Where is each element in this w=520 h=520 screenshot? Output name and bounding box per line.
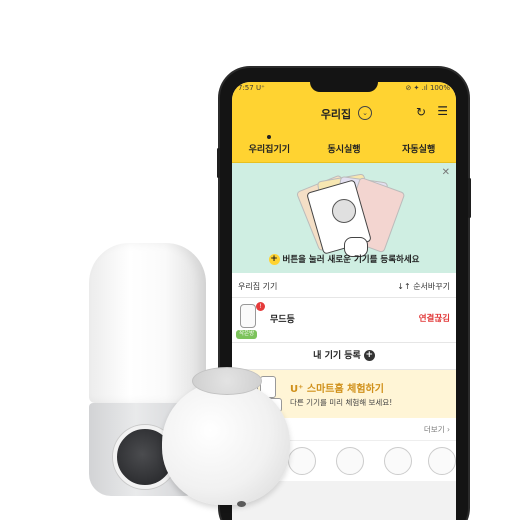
product-scene: 7:57 U⁺ ⊘ ✦ .ıl 100% 우리집 ⌄ ↻ ☰ 우리집기기 동시실… — [0, 0, 520, 520]
device-status: 연결끊김 — [418, 314, 450, 324]
tab-bar: 우리집기기 동시실행 자동실행 — [232, 132, 456, 163]
refresh-icon[interactable]: ↻ — [416, 105, 426, 119]
close-icon[interactable]: ✕ — [442, 167, 450, 178]
washer-icon[interactable] — [384, 447, 412, 475]
room-tag: 작은방 — [236, 330, 258, 339]
status-indicators: ⊘ ✦ .ıl 100% — [405, 84, 450, 92]
speaker-port — [237, 501, 246, 507]
cards-illustration — [295, 173, 406, 257]
tab-my-devices[interactable]: 우리집기기 — [232, 132, 307, 162]
promo-title: U⁺ 스마트홈 체험하기 — [290, 384, 384, 395]
alert-badge: ! — [256, 302, 265, 311]
reorder-button[interactable]: ↓↑ 순서바꾸기 — [397, 281, 450, 292]
tab-simultaneous-run[interactable]: 동시실행 — [307, 132, 382, 162]
smart-speaker-device — [162, 367, 290, 507]
camera-icon — [332, 199, 356, 223]
device-row-mood-lamp[interactable]: ! 작은방 무드등 연결끊김 — [232, 298, 456, 343]
speaker-body — [162, 381, 290, 505]
fan-icon[interactable] — [336, 447, 364, 475]
register-banner[interactable]: ✕ + 버튼을 눌러 새로운 기기를 등록하세요 — [232, 163, 456, 273]
status-time: 7:57 U⁺ — [238, 84, 265, 92]
tab-auto-run[interactable]: 자동실행 — [381, 132, 456, 162]
status-bar: 7:57 U⁺ ⊘ ✦ .ıl 100% — [232, 82, 456, 96]
register-device-button[interactable]: 내 기기 등록 + — [232, 343, 456, 370]
ceiling-light-icon[interactable] — [288, 447, 316, 475]
mood-lamp-icon — [240, 304, 256, 328]
speaker-grill — [192, 367, 262, 395]
plus-icon: + — [268, 254, 280, 265]
volume-button — [217, 148, 220, 178]
power-button — [468, 178, 471, 218]
menu-icon[interactable]: ☰ — [437, 104, 448, 118]
app-header: 우리집 ⌄ ↻ ☰ — [232, 96, 456, 132]
device-list-title: 우리집 기기 — [238, 282, 278, 291]
switch-icon[interactable] — [428, 447, 456, 475]
plus-circle-icon: + — [363, 350, 375, 361]
chevron-down-icon[interactable]: ⌄ — [358, 106, 372, 120]
camera-notch — [310, 82, 378, 92]
active-tab-dot — [267, 135, 272, 139]
device-name: 무드등 — [270, 315, 295, 325]
register-hint: + 버튼을 눌러 새로운 기기를 등록하세요 — [268, 254, 420, 265]
promo-subtitle: 다른 기기를 미리 체험해 보세요! — [290, 398, 393, 407]
device-list-header: 우리집 기기 ↓↑ 순서바꾸기 — [232, 273, 456, 298]
